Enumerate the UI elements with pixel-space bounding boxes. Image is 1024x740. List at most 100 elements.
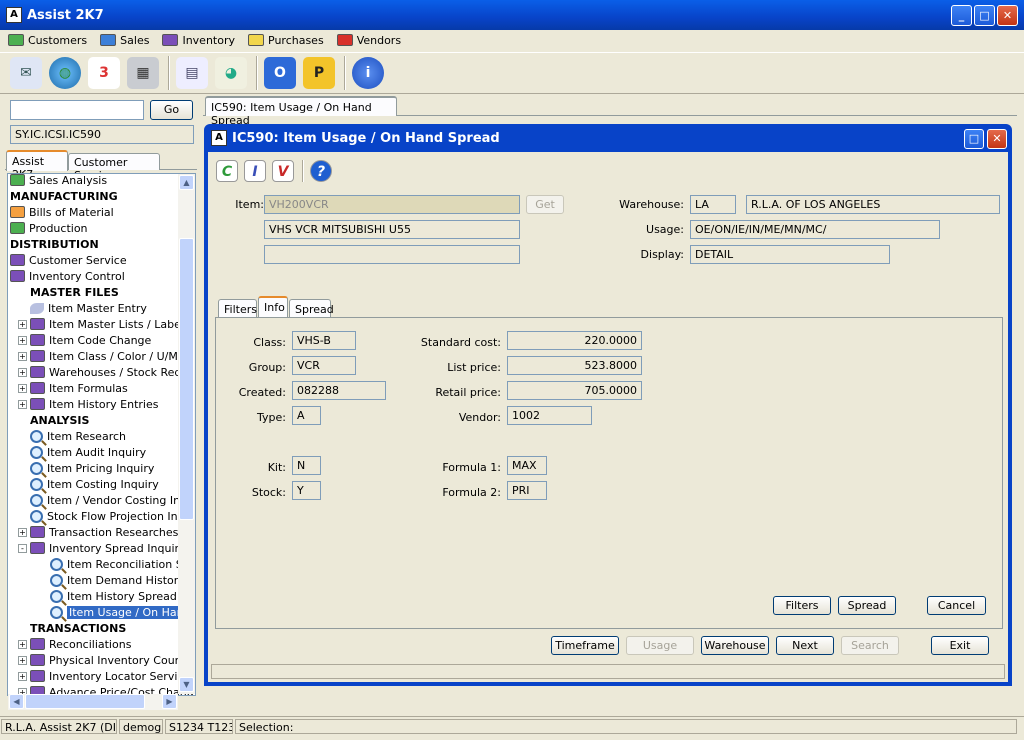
folder-icon (10, 174, 25, 186)
tree-item[interactable]: Item Formulas (30, 380, 128, 396)
window-maximize-button[interactable]: □ (964, 129, 984, 149)
tree-item[interactable]: Item Costing Inquiry (30, 476, 159, 492)
menu-sales[interactable]: Sales (100, 34, 149, 47)
tree-item[interactable]: Item Audit Inquiry (30, 444, 146, 460)
tree-item[interactable]: Reconciliations (30, 636, 131, 652)
folder-icon (30, 398, 45, 410)
warehouse-button[interactable]: Warehouse (701, 636, 769, 655)
tab-assist-2k7[interactable]: Assist 2K7 (6, 150, 68, 181)
tree-item[interactable]: Item History Spread (50, 588, 177, 604)
info-icon[interactable]: i (352, 57, 384, 89)
scroll-thumb[interactable] (179, 238, 194, 520)
expand-icon[interactable]: + (18, 656, 27, 665)
chart-icon[interactable]: ◕ (215, 57, 247, 89)
close-button[interactable]: ✕ (997, 5, 1018, 26)
report-icon[interactable]: ▤ (176, 57, 208, 89)
tree-item[interactable]: Item Demand History S (50, 572, 195, 588)
expand-icon[interactable]: + (18, 640, 27, 649)
p-app-icon[interactable]: P (303, 57, 335, 89)
nav-search-input[interactable] (10, 100, 144, 120)
cancel-button[interactable]: Cancel (927, 596, 986, 615)
hscroll-thumb[interactable] (25, 694, 145, 709)
expand-icon[interactable]: + (18, 336, 27, 345)
tree-item[interactable]: Inventory Spread Inquiries (30, 540, 195, 556)
tree-item[interactable]: Item Master Entry (30, 300, 147, 316)
window-close-button[interactable]: ✕ (987, 129, 1007, 149)
tree-item[interactable]: Production (10, 220, 88, 236)
tree-item[interactable]: Inventory Locator Service (30, 668, 190, 684)
expand-icon[interactable]: + (18, 400, 27, 409)
minimize-button[interactable]: _ (951, 5, 972, 26)
go-button[interactable]: Go (150, 100, 193, 120)
tab-filters[interactable]: Filters (218, 299, 257, 317)
timeframe-button[interactable]: Timeframe (551, 636, 619, 655)
tree-item[interactable]: Item History Entries (30, 396, 158, 412)
tree-item[interactable]: Item Research (30, 428, 126, 444)
window-toolbar: C I V? (216, 156, 338, 186)
tree-item[interactable]: Customer Service (10, 252, 127, 268)
expand-icon[interactable]: + (18, 528, 27, 537)
calendar-icon[interactable]: 3 (88, 57, 120, 89)
exit-button[interactable]: Exit (931, 636, 989, 655)
display-field[interactable]: DETAIL (690, 245, 890, 264)
folder-icon (336, 34, 353, 46)
scroll-right-icon[interactable]: ▶ (162, 694, 177, 709)
status-user: demogui (119, 719, 163, 734)
search-button[interactable]: Search (841, 636, 899, 655)
expand-icon[interactable]: + (18, 352, 27, 361)
magnifier-icon (30, 445, 43, 459)
tree-item[interactable]: Item Reconciliation Spr (50, 556, 194, 572)
calculator-icon[interactable]: ▦ (127, 57, 159, 89)
get-button[interactable]: Get (526, 195, 564, 214)
tree-item[interactable]: Bills of Material (10, 204, 114, 220)
magnifier-icon (50, 557, 63, 571)
menu-customers[interactable]: Customers (8, 34, 87, 47)
expand-icon[interactable]: + (18, 384, 27, 393)
collapse-icon[interactable]: - (18, 544, 27, 553)
tree-hscrollbar[interactable]: ◀ ▶ (8, 694, 178, 710)
scroll-up-icon[interactable]: ▲ (179, 175, 194, 190)
menu-purchases[interactable]: Purchases (248, 34, 324, 47)
tree-item[interactable]: Item Master Lists / Labels (30, 316, 190, 332)
tab-info[interactable]: Info (258, 296, 288, 317)
usage-field[interactable]: OE/ON/IE/IN/ME/MN/MC/ (690, 220, 940, 239)
tree-vscrollbar[interactable]: ▲ ▼ (178, 174, 195, 694)
tree-item[interactable]: Warehouses / Stock Reque (30, 364, 195, 380)
menu-vendors[interactable]: Vendors (336, 34, 401, 47)
tree-item[interactable]: Stock Flow Projection Inqui (30, 508, 195, 524)
tab-customer-service[interactable]: Customer Service (68, 153, 160, 182)
globe-icon[interactable]: ◍ (49, 57, 81, 89)
filters-button[interactable]: Filters (773, 596, 831, 615)
tree-item[interactable]: Inventory Control (10, 268, 125, 284)
expand-icon[interactable]: + (18, 368, 27, 377)
tree-item[interactable]: Item Usage / On Hand (50, 604, 193, 620)
warehouse-field[interactable]: LA (690, 195, 736, 214)
mail-icon[interactable]: ✉ (10, 57, 42, 89)
next-button[interactable]: Next (776, 636, 834, 655)
maximize-button[interactable]: □ (974, 5, 995, 26)
i-icon[interactable]: I (244, 160, 266, 182)
tree-item[interactable]: Physical Inventory Count (30, 652, 186, 668)
tab-spread[interactable]: Spread (289, 299, 334, 317)
c-icon[interactable]: C (216, 160, 238, 182)
menu-inventory[interactable]: Inventory (162, 34, 235, 47)
outlook-icon[interactable]: O (264, 57, 296, 89)
tree-item[interactable]: Item / Vendor Costing Inqu (30, 492, 194, 508)
tree-item[interactable]: Transaction Researches (30, 524, 178, 540)
help-icon[interactable]: ? (310, 160, 332, 182)
folder-icon (30, 350, 45, 362)
folder-icon (10, 222, 25, 234)
usage-button[interactable]: Usage (626, 636, 694, 655)
tree-item[interactable]: Item Class / Color / U/M (30, 348, 178, 364)
expand-icon[interactable]: + (18, 672, 27, 681)
spread-button[interactable]: Spread (838, 596, 896, 615)
item-field[interactable]: VH200VCR (264, 195, 520, 214)
tree-item[interactable]: Item Pricing Inquiry (30, 460, 154, 476)
scroll-left-icon[interactable]: ◀ (9, 694, 24, 709)
scroll-down-icon[interactable]: ▼ (179, 677, 194, 692)
tab-ic590[interactable]: IC590: Item Usage / On Hand Spread (205, 96, 397, 127)
expand-icon[interactable]: + (18, 320, 27, 329)
tree-item[interactable]: Item Code Change (30, 332, 151, 348)
v-icon[interactable]: V (272, 160, 294, 182)
tree-item[interactable]: Sales Analysis (10, 174, 107, 188)
